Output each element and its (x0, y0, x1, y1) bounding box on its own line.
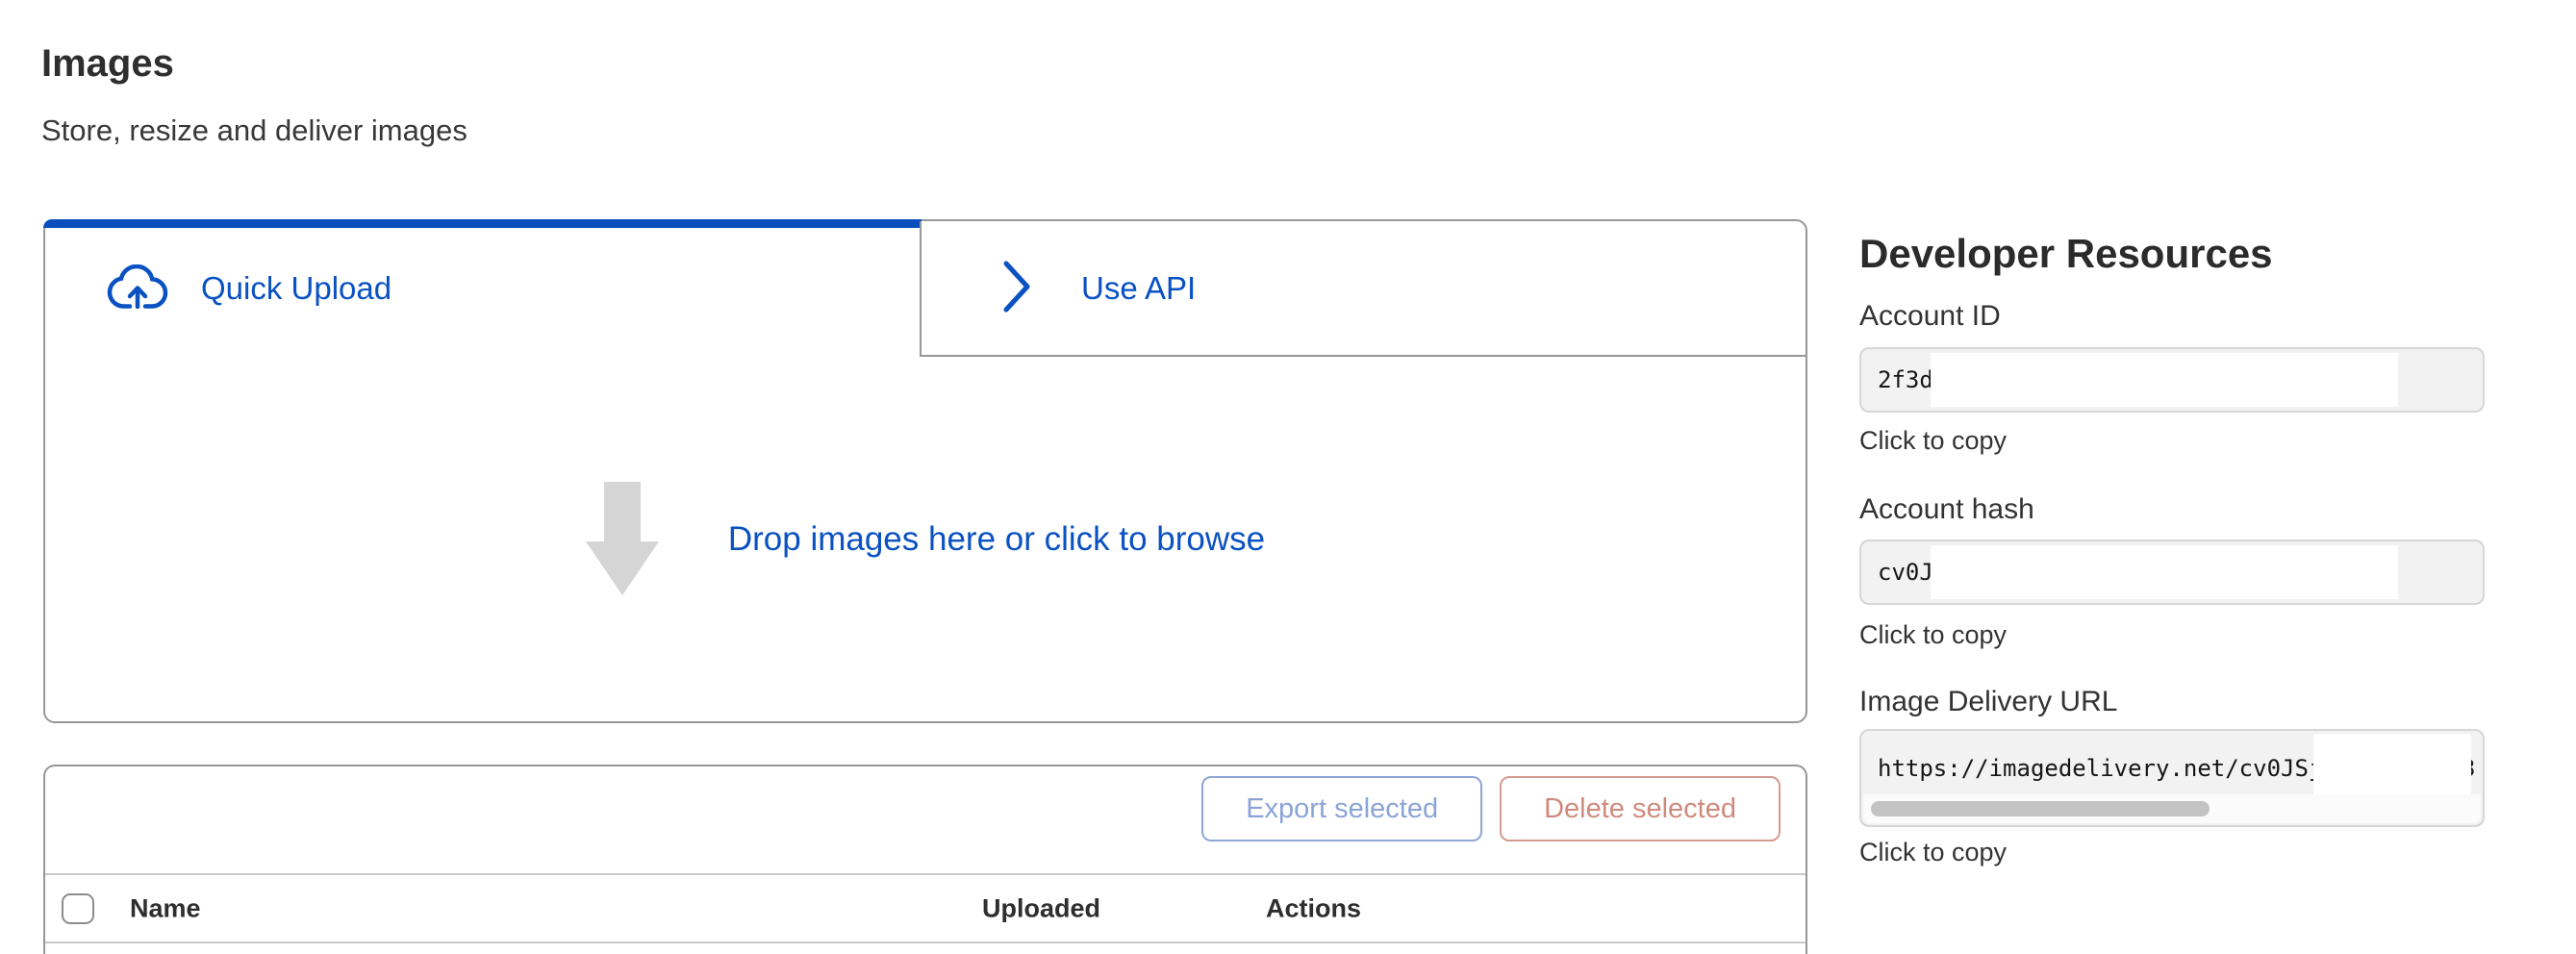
cloud-upload-icon (107, 264, 168, 314)
developer-resources-heading: Developer Resources (1859, 231, 2273, 277)
images-page: Images Store, resize and deliver images … (0, 0, 2576, 954)
column-header-uploaded: Uploaded (982, 893, 1100, 923)
select-all-checkbox[interactable] (62, 893, 94, 924)
image-dropzone[interactable]: Drop images here or click to browse (45, 357, 1806, 721)
account-hash-field[interactable]: cv0J (1859, 540, 2485, 605)
tab-use-api-label: Use API (1081, 270, 1196, 307)
account-hash-copy-hint[interactable]: Click to copy (1859, 620, 2007, 650)
down-arrow-icon (586, 482, 659, 597)
export-selected-button[interactable]: Export selected (1201, 776, 1482, 841)
redaction-overlay (1931, 353, 2398, 407)
tab-use-api[interactable]: Use API (922, 221, 1806, 356)
tab-quick-upload[interactable]: Quick Upload (45, 221, 920, 356)
account-hash-value: cv0J (1878, 559, 1933, 586)
image-delivery-url-value: https://imagedelivery.net/cv0JSj (1878, 755, 2322, 782)
horizontal-scrollbar (1863, 794, 2481, 823)
chevron-right-icon (1002, 259, 1031, 319)
delete-selected-button[interactable]: Delete selected (1500, 776, 1780, 841)
column-header-name: Name (130, 893, 201, 923)
redaction-overlay (1931, 545, 2398, 599)
column-header-actions: Actions (1266, 893, 1361, 923)
tab-quick-upload-label: Quick Upload (201, 270, 391, 307)
image-delivery-url-field[interactable]: https://imagedelivery.net/cv0JSj 3 (1859, 729, 2485, 827)
image-delivery-url-label: Image Delivery URL (1859, 686, 2117, 718)
table-header-row: Name Uploaded Actions (45, 873, 1806, 943)
account-id-field[interactable]: 2f3d (1859, 347, 2485, 413)
account-hash-label: Account hash (1859, 493, 2034, 526)
image-table-card: Export selected Delete selected Name Upl… (43, 765, 1807, 954)
account-id-label: Account ID (1859, 300, 2001, 333)
account-id-copy-hint[interactable]: Click to copy (1859, 426, 2007, 456)
image-delivery-url-copy-hint[interactable]: Click to copy (1859, 838, 2007, 867)
page-title: Images (41, 42, 174, 86)
page-subtitle: Store, resize and deliver images (41, 113, 467, 148)
account-id-value: 2f3d (1878, 366, 1933, 393)
dropzone-label: Drop images here or click to browse (728, 520, 1265, 559)
upload-card: Quick Upload Use API Drop images here or… (43, 219, 1807, 723)
table-toolbar: Export selected Delete selected (1201, 776, 1780, 841)
scrollbar-thumb[interactable] (1871, 801, 2210, 816)
redaction-overlay (2313, 734, 2471, 795)
